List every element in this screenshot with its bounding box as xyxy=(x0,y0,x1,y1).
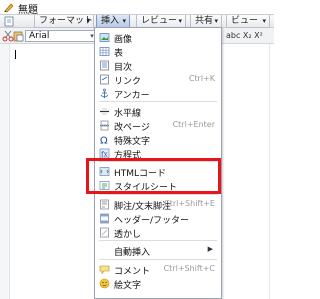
menu-review-label: レビュー xyxy=(141,16,178,26)
submenu-arrow-icon: ▶ xyxy=(207,245,213,253)
menu-format[interactable]: フォーマット ▾ xyxy=(34,15,94,28)
paste-icon[interactable] xyxy=(12,30,24,42)
menu-item-shortcut: Ctrl+Enter xyxy=(172,120,215,129)
font-family-value: Arial xyxy=(29,31,50,41)
spellcheck-subscript-superscript[interactable]: abc X₂ X² xyxy=(226,31,263,40)
menu-item-anchor[interactable]: アンカー xyxy=(95,86,221,102)
page-break-icon xyxy=(100,120,109,131)
title-bar: 無題 xyxy=(0,0,274,16)
chevron-down-icon: ▾ xyxy=(122,17,126,25)
header-footer-icon xyxy=(100,213,109,224)
chevron-down-icon: ▾ xyxy=(178,17,182,25)
menu-view[interactable]: ビュー ▾ xyxy=(226,15,270,28)
menu-format-label: フォーマット xyxy=(39,16,94,26)
editor-gutter xyxy=(0,44,10,299)
menu-item-shortcut: Ctrl+K xyxy=(188,74,215,83)
omega-icon: Ω xyxy=(100,136,108,146)
menu-item-shortcut: Ctrl+Shift+E xyxy=(164,199,215,208)
footnote-icon xyxy=(100,199,109,210)
font-family-select[interactable]: Arial ▾ xyxy=(25,30,98,42)
menu-item-label: 自動挿入 xyxy=(114,248,151,258)
menu-separator xyxy=(99,194,217,195)
smiley-icon xyxy=(99,278,110,289)
svg-text:Ω: Ω xyxy=(100,136,108,146)
menu-item-auto-insert[interactable]: 自動挿入 ▶ xyxy=(95,243,221,259)
text-caret xyxy=(15,50,16,59)
menu-bar: フォーマット ▾ 挿入 ▾ レビュー ▾ 共有 ▾ ビュー ▾ xyxy=(0,14,274,28)
menu-insert-label: 挿入 xyxy=(101,16,120,26)
menu-share-label: 共有 xyxy=(195,16,214,26)
highlight-box xyxy=(86,158,221,194)
chevron-down-icon: ▾ xyxy=(86,17,90,25)
comment-icon xyxy=(99,265,110,275)
watermark-icon xyxy=(100,227,109,238)
chevron-down-icon: ▾ xyxy=(214,17,218,25)
menu-separator xyxy=(99,259,217,260)
new-document-icon[interactable] xyxy=(3,16,15,27)
menu-item-label: 透かし xyxy=(114,230,142,240)
menu-separator xyxy=(99,240,217,241)
menu-item-label: アンカー xyxy=(114,91,150,101)
table-of-contents-icon xyxy=(100,60,109,71)
menu-view-label: ビュー xyxy=(231,16,259,26)
image-icon xyxy=(99,33,110,42)
editor-scrollbar-edge xyxy=(269,44,270,299)
pencil-icon xyxy=(4,3,14,13)
menu-item-label: 絵文字 xyxy=(114,281,142,291)
anchor-icon xyxy=(100,88,109,98)
menu-item-shortcut: Ctrl+Shift+C xyxy=(163,264,215,273)
menu-separator xyxy=(99,101,217,102)
menu-item-emoji[interactable]: 絵文字 xyxy=(95,276,221,292)
link-icon xyxy=(100,74,109,85)
menu-item-watermark[interactable]: 透かし xyxy=(95,225,221,241)
horizontal-line-icon xyxy=(100,108,109,115)
table-icon xyxy=(99,47,110,56)
chevron-down-icon: ▾ xyxy=(262,17,266,25)
